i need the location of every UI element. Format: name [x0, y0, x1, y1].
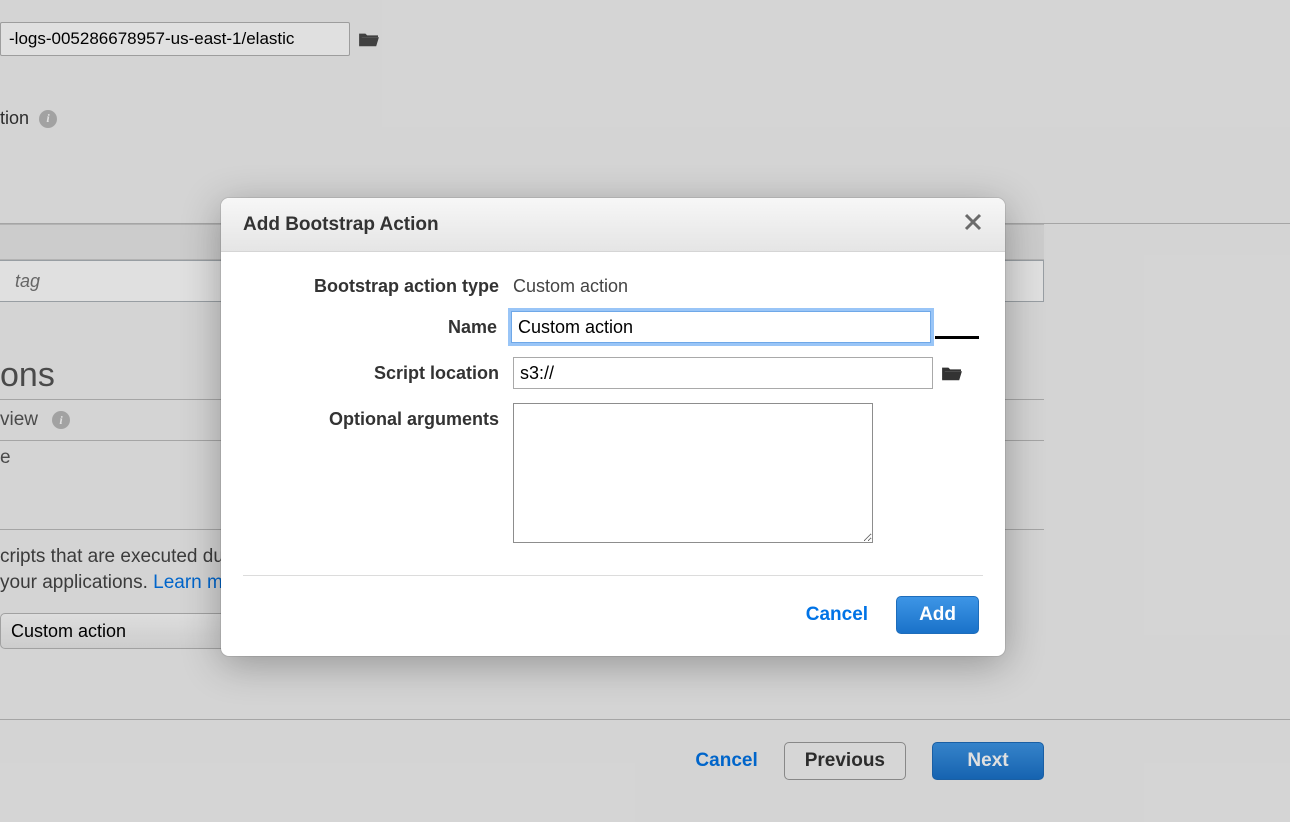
annotation-line [935, 336, 979, 339]
close-icon[interactable] [963, 212, 983, 237]
folder-open-icon[interactable] [358, 30, 380, 48]
cancel-link[interactable]: Cancel [695, 750, 757, 772]
field-label-type: Bootstrap action type [247, 270, 513, 297]
script-location-input[interactable] [513, 357, 933, 389]
add-button[interactable]: Add [896, 596, 979, 634]
modal-header: Add Bootstrap Action [221, 198, 1005, 252]
desc-text-partial: cripts that are executed du [0, 546, 224, 567]
cancel-button[interactable]: Cancel [806, 604, 868, 626]
learn-more-link-partial[interactable]: Learn m [153, 572, 223, 593]
info-icon[interactable]: i [39, 110, 57, 128]
field-label-script: Script location [247, 357, 513, 384]
add-bootstrap-action-modal: Add Bootstrap Action Bootstrap action ty… [221, 198, 1005, 656]
previous-button[interactable]: Previous [784, 742, 906, 780]
view-label-partial: view [0, 409, 38, 431]
optional-arguments-textarea[interactable] [513, 403, 873, 543]
field-label-name: Name [247, 311, 511, 338]
info-icon[interactable]: i [52, 411, 70, 429]
divider [0, 719, 1290, 720]
name-input[interactable] [511, 311, 931, 343]
folder-open-icon[interactable] [941, 364, 963, 382]
section-label-partial: tion [0, 108, 29, 129]
modal-title: Add Bootstrap Action [243, 214, 439, 236]
modal-body: Bootstrap action type Custom action Name… [221, 252, 1005, 565]
desc-text-partial-2: your applications. [0, 572, 153, 593]
field-value-type: Custom action [513, 270, 979, 297]
logs-path-input[interactable] [0, 22, 350, 56]
modal-footer: Cancel Add [243, 575, 983, 656]
next-button[interactable]: Next [932, 742, 1044, 780]
field-label-args: Optional arguments [247, 403, 513, 430]
